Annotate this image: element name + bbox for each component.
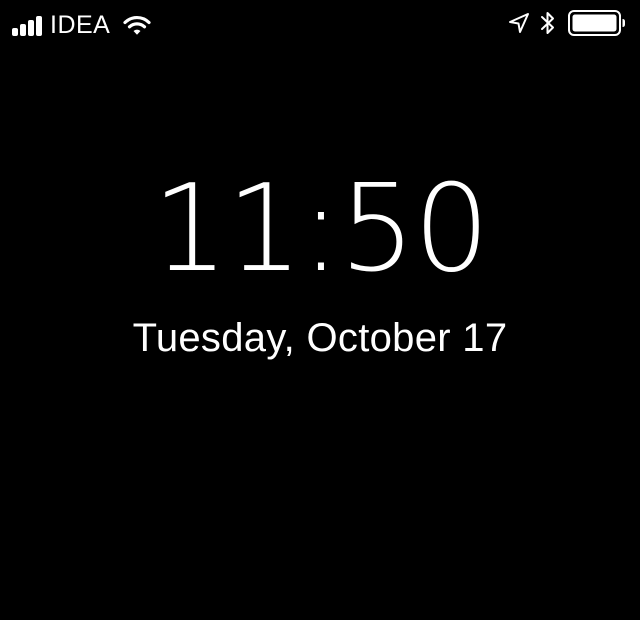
battery-icon bbox=[568, 9, 626, 42]
bluetooth-icon bbox=[540, 10, 568, 41]
lock-screen-time: 11:50 bbox=[152, 160, 490, 299]
signal-bar bbox=[20, 24, 26, 36]
status-bar-right bbox=[508, 9, 626, 42]
signal-bar bbox=[36, 16, 42, 36]
cellular-signal-icon bbox=[12, 14, 44, 36]
lock-screen-date: Tuesday, October 17 bbox=[132, 316, 508, 360]
location-arrow-icon bbox=[508, 12, 540, 39]
signal-bar bbox=[28, 20, 34, 36]
carrier-name: IDEA bbox=[50, 11, 111, 39]
status-bar: IDEA bbox=[0, 0, 640, 50]
signal-bar bbox=[12, 28, 18, 36]
status-bar-left: IDEA bbox=[12, 8, 152, 42]
wifi-icon bbox=[123, 15, 151, 35]
